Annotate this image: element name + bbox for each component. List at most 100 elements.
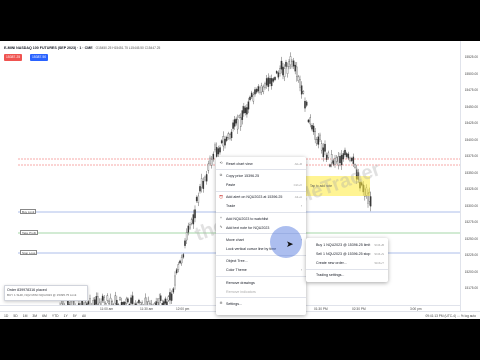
context-menu-item-label: Remove indicators — [226, 289, 256, 294]
stop-loss-line-label[interactable]: Stop Loss — [20, 250, 38, 255]
buy-limit-line-label[interactable]: Buy Limit — [20, 209, 37, 214]
candle-body — [260, 85, 263, 93]
candle-body — [197, 195, 200, 203]
candle-body — [224, 138, 226, 146]
range-button-6m[interactable]: 6M — [42, 314, 47, 318]
context-menu-item[interactable]: Remove drawings — [216, 278, 306, 287]
trade-submenu-item-label: Buy 1 NQU2023 @ 15396.25 limit — [316, 242, 371, 247]
candle-body — [174, 275, 176, 286]
candle-body — [160, 295, 162, 301]
candle-body — [270, 78, 273, 87]
candle-body — [125, 298, 128, 304]
candle-body — [219, 147, 221, 153]
menu-divider — [216, 276, 306, 278]
range-button-3m[interactable]: 3M — [32, 314, 37, 318]
candle-body — [192, 214, 195, 225]
context-menu-item[interactable]: ⏰ Add alert on NQU2023 at 15396.25 Alt+A — [216, 193, 306, 202]
candle-body — [264, 83, 266, 88]
buy-button[interactable]: 15387.50 — [30, 54, 49, 61]
candle-body — [289, 56, 292, 66]
context-menu-item[interactable]: ⚙ Settings... — [216, 299, 306, 308]
candle-body — [109, 297, 112, 305]
context-menu-item-label: Settings... — [226, 302, 242, 307]
menu-divider — [216, 211, 306, 213]
candle-body — [309, 117, 311, 125]
candle-body — [215, 147, 218, 157]
candle-body — [340, 154, 343, 166]
note-icon: ✎ — [219, 225, 223, 230]
candle-body — [200, 178, 203, 188]
context-menu-item[interactable]: Color Theme › — [216, 266, 306, 275]
trade-submenu-item[interactable]: Sell 1 NQU2023 @ 15396.25 stop Shift+S — [306, 249, 388, 258]
candle-body — [220, 140, 223, 144]
context-menu-item-label: Add NQU2023 to watchlist — [226, 216, 269, 221]
candle-body — [210, 159, 213, 166]
candle-body — [236, 119, 239, 130]
candle-body — [288, 61, 290, 67]
clock-and-scale-options[interactable]: 09:41:13 PM (UTC-4) ⋯ % log auto — [426, 314, 477, 318]
sell-button[interactable]: 15387.25 — [4, 54, 23, 61]
candle-body — [262, 86, 265, 92]
trade-submenu-item[interactable]: Trading settings... — [306, 271, 388, 280]
trading-chart-window: E-MINI NASDAQ 100 FUTURES (SEP 2023) · 1… — [0, 41, 480, 319]
candle-body — [299, 79, 301, 88]
take-profit-line-label[interactable]: Take Profit — [20, 230, 39, 235]
shortcut-hint: Alt+A — [294, 195, 302, 200]
candle-body — [300, 85, 303, 95]
candle-body — [184, 240, 186, 246]
order-notification-title: Order 839978316 placed — [7, 288, 47, 292]
candle-body — [279, 68, 281, 74]
candle-body — [296, 66, 298, 77]
candle-body — [320, 143, 323, 151]
symbol-title[interactable]: E-MINI NASDAQ 100 FUTURES (SEP 2023) · 1… — [4, 46, 93, 50]
candle-body — [89, 298, 91, 305]
candle-body — [212, 153, 215, 160]
range-button-1d[interactable]: 1D — [4, 314, 8, 318]
candle-body — [243, 106, 245, 114]
price-axis-label: 15450.00 — [464, 104, 478, 109]
context-menu-item[interactable]: Paste Ctrl+V — [216, 180, 306, 189]
range-button-1y[interactable]: 1Y — [64, 314, 68, 318]
candle-body — [259, 87, 261, 93]
context-menu-item-label: Lock vertical cursor line by time — [226, 247, 277, 252]
shortcut-hint: Ctrl+V — [293, 182, 302, 187]
context-menu-item[interactable]: Trade › — [216, 202, 306, 211]
candle-body — [144, 297, 147, 305]
candle-body — [164, 298, 167, 304]
range-button-ytd[interactable]: YTD — [52, 314, 59, 318]
context-menu-item[interactable]: Remove indicators — [216, 287, 306, 296]
candle-body — [317, 136, 320, 145]
candle-body — [205, 174, 208, 182]
candle-body — [332, 160, 335, 165]
context-menu-item[interactable]: Object Tree... — [216, 257, 306, 266]
candle-body — [169, 292, 171, 301]
candle-body — [342, 153, 345, 160]
candle-body — [119, 297, 121, 301]
order-notification[interactable]: Order 839978316 placed BUY 1 SHR, NQ2 MI… — [4, 285, 88, 301]
candle-body — [285, 61, 287, 67]
candle-body — [114, 295, 117, 304]
trade-submenu-item[interactable]: Create new order... Shift+T — [306, 258, 388, 267]
candle-body — [280, 60, 283, 70]
price-axis-label: 15225.00 — [464, 253, 478, 257]
candle-body — [106, 295, 109, 301]
trade-submenu-item[interactable]: Buy 1 NQU2023 @ 15396.25 limit Shift+B — [306, 240, 388, 249]
range-button-5d[interactable]: 5D — [13, 314, 17, 318]
range-button-1m[interactable]: 1M — [23, 314, 28, 318]
candle-body — [339, 156, 341, 164]
candle-body — [204, 176, 206, 181]
range-button-5y[interactable]: 5Y — [73, 314, 77, 318]
range-button-all[interactable]: All — [82, 314, 86, 318]
candle-body — [322, 147, 325, 158]
context-menu-item[interactable]: ⧉ Copy price 15396.25 — [216, 171, 306, 180]
chevron-right-icon: › — [300, 268, 302, 273]
context-menu-item[interactable]: ⟲ Reset chart view Alt+R — [216, 159, 306, 168]
context-menu-item-label: Object Tree... — [226, 259, 248, 264]
context-menu-item[interactable]: + Add NQU2023 to watchlist — [216, 214, 306, 223]
candle-body — [334, 157, 336, 165]
candle-body — [185, 232, 188, 241]
candle-body — [294, 64, 296, 72]
price-axis-label: 15500.00 — [464, 71, 478, 76]
price-axis[interactable]: 15525.00 15500.00 15475.00 15450.00 15425.00… — [460, 41, 480, 311]
candle-body — [127, 298, 129, 303]
